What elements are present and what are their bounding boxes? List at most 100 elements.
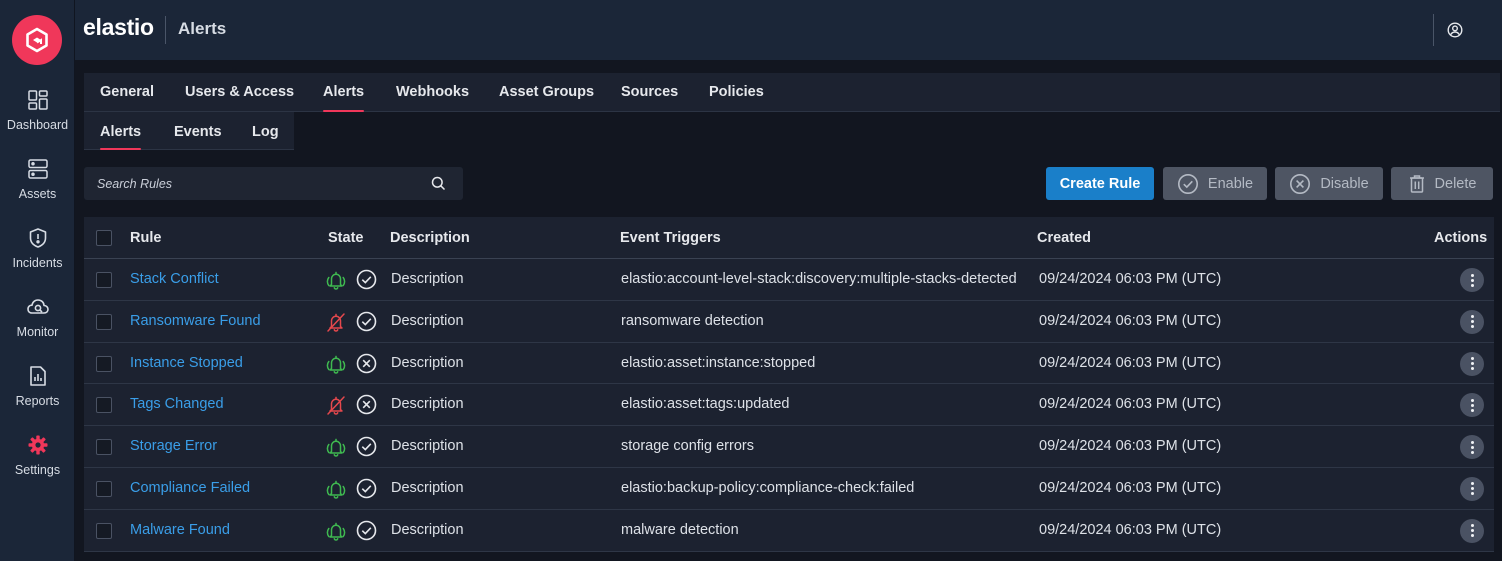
rule-name-link[interactable]: Stack Conflict: [130, 271, 219, 287]
created-cell: 09/24/2024 06:03 PM (UTC): [1039, 521, 1222, 538]
more-actions-button[interactable]: [1460, 351, 1484, 376]
delete-label: Delete: [1434, 175, 1477, 192]
created-cell: 09/24/2024 06:03 PM (UTC): [1039, 396, 1222, 413]
disable-button[interactable]: Disable: [1275, 167, 1383, 200]
tab-alerts[interactable]: Alerts: [323, 84, 365, 112]
user-account-icon[interactable]: [1445, 20, 1465, 40]
tab-users-access[interactable]: Users & Access: [185, 84, 294, 100]
tab-general[interactable]: General: [100, 84, 154, 100]
bell-ringing-icon[interactable]: [324, 477, 348, 501]
check-circle-icon[interactable]: [356, 269, 377, 290]
tab-asset-groups[interactable]: Asset Groups: [499, 84, 594, 100]
tab-policies[interactable]: Policies: [709, 84, 764, 100]
bell-muted-icon[interactable]: [324, 310, 348, 334]
row-checkbox[interactable]: [96, 313, 112, 330]
row-checkbox[interactable]: [96, 522, 112, 539]
more-actions-button[interactable]: [1460, 309, 1484, 334]
delete-button[interactable]: Delete: [1391, 167, 1493, 200]
brand-name: elastio: [83, 14, 154, 40]
header-divider: [165, 16, 166, 44]
search-input[interactable]: [84, 167, 414, 200]
column-header-rule[interactable]: Rule: [130, 230, 161, 246]
created-cell: 09/24/2024 06:03 PM (UTC): [1039, 479, 1222, 496]
bell-ringing-icon[interactable]: [324, 435, 348, 459]
sidebar-item-monitor[interactable]: Monitor: [0, 295, 75, 355]
event-triggers-cell: elastio:backup-policy:compliance-check:f…: [621, 479, 915, 496]
column-header-state[interactable]: State: [328, 230, 363, 246]
column-header-created[interactable]: Created: [1037, 230, 1091, 246]
created-cell: 09/24/2024 06:03 PM (UTC): [1039, 354, 1222, 371]
create-rule-button[interactable]: Create Rule: [1046, 167, 1154, 200]
sidebar-item-dashboard[interactable]: Dashboard: [0, 88, 75, 148]
row-checkbox[interactable]: [96, 397, 112, 414]
dashboard-icon: [26, 88, 50, 112]
row-checkbox[interactable]: [96, 480, 112, 497]
row-checkbox[interactable]: [96, 272, 112, 288]
table-row: Storage Error Description storage config e…: [84, 426, 1494, 468]
created-cell: 09/24/2024 06:03 PM (UTC): [1039, 271, 1222, 287]
sidebar-item-settings[interactable]: Settings: [0, 433, 75, 493]
shield-alert-icon: [26, 226, 50, 250]
rule-name-link[interactable]: Ransomware Found: [130, 313, 261, 329]
x-circle-icon[interactable]: [356, 353, 377, 374]
description-cell: Description: [391, 479, 464, 496]
bell-muted-icon[interactable]: [324, 393, 348, 417]
sidebar-item-reports[interactable]: Reports: [0, 364, 75, 424]
search-box: [84, 167, 463, 200]
sidebar-item-label: Reports: [15, 394, 60, 408]
check-circle-icon[interactable]: [356, 520, 377, 541]
monitor-cloud-icon: [26, 295, 50, 319]
event-triggers-cell: elastio:account-level-stack:discovery:mu…: [621, 271, 1017, 287]
sidebar-item-label: Dashboard: [6, 118, 69, 132]
check-circle-icon: [1177, 173, 1199, 195]
assets-icon: [26, 157, 50, 181]
more-actions-button[interactable]: [1460, 268, 1484, 292]
row-checkbox[interactable]: [96, 439, 112, 456]
elastio-logo-icon[interactable]: [12, 15, 62, 65]
search-icon[interactable]: [431, 176, 446, 191]
bell-ringing-icon[interactable]: [324, 352, 348, 376]
x-circle-icon[interactable]: [356, 394, 377, 415]
more-actions-button[interactable]: [1460, 476, 1484, 501]
event-triggers-cell: storage config errors: [621, 438, 754, 455]
description-cell: Description: [391, 396, 464, 413]
trash-icon: [1408, 174, 1426, 194]
tab-webhooks[interactable]: Webhooks: [396, 84, 469, 100]
sidebar: Dashboard Assets Incidents Monitor Repor…: [0, 0, 75, 561]
sidebar-item-incidents[interactable]: Incidents: [0, 226, 75, 286]
column-header-actions: Actions: [1434, 230, 1488, 246]
reports-icon: [26, 364, 50, 388]
description-cell: Description: [391, 521, 464, 538]
rule-name-link[interactable]: Tags Changed: [130, 396, 224, 412]
column-header-description[interactable]: Description: [390, 230, 470, 246]
rule-name-link[interactable]: Malware Found: [130, 522, 230, 538]
created-cell: 09/24/2024 06:03 PM (UTC): [1039, 438, 1222, 455]
more-actions-button[interactable]: [1460, 393, 1484, 418]
check-circle-icon[interactable]: [356, 311, 377, 332]
table-row: Ransomware Found Description ransomware de…: [84, 300, 1494, 343]
rule-name-link[interactable]: Storage Error: [130, 438, 217, 454]
description-cell: Description: [391, 312, 464, 329]
subtab-alerts[interactable]: Alerts: [100, 124, 142, 150]
sidebar-item-assets[interactable]: Assets: [0, 157, 75, 217]
rule-name-link[interactable]: Compliance Failed: [130, 480, 250, 496]
subtab-events[interactable]: Events: [174, 124, 222, 140]
check-circle-icon[interactable]: [356, 436, 377, 457]
more-actions-button[interactable]: [1460, 435, 1484, 460]
x-circle-icon: [1289, 173, 1311, 195]
description-cell: Description: [391, 438, 464, 455]
bell-ringing-icon[interactable]: [324, 268, 348, 292]
row-checkbox[interactable]: [96, 355, 112, 372]
rule-name-link[interactable]: Instance Stopped: [130, 355, 243, 371]
description-cell: Description: [391, 354, 464, 371]
enable-button[interactable]: Enable: [1163, 167, 1267, 200]
column-header-event-triggers[interactable]: Event Triggers: [620, 230, 721, 246]
select-all-checkbox[interactable]: [96, 230, 112, 246]
table-row: Compliance Failed Description elastio:back…: [84, 467, 1494, 510]
more-actions-button[interactable]: [1460, 518, 1484, 543]
sidebar-item-label: Settings: [14, 463, 61, 477]
bell-ringing-icon[interactable]: [324, 519, 348, 543]
tab-sources[interactable]: Sources: [621, 84, 678, 100]
check-circle-icon[interactable]: [356, 478, 377, 499]
subtab-log[interactable]: Log: [252, 124, 279, 140]
